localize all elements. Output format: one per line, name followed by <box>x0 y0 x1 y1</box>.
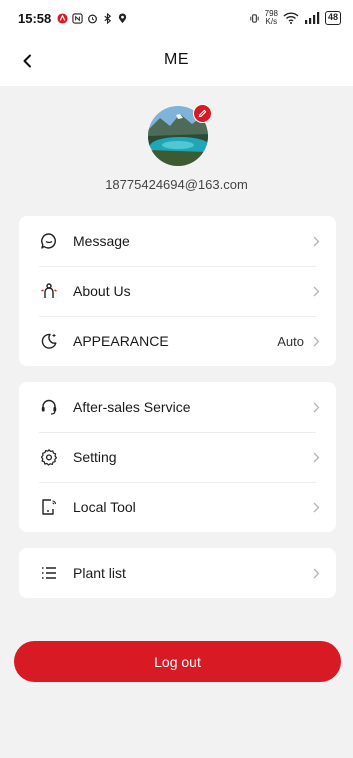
chevron-right-icon <box>310 285 322 297</box>
message-icon <box>39 231 59 251</box>
status-time: 15:58 <box>18 10 52 26</box>
chevron-right-icon <box>310 451 322 463</box>
pencil-icon <box>198 109 207 118</box>
nfc-icon <box>72 12 83 24</box>
chevron-right-icon <box>310 235 322 247</box>
network-speed-unit: K/s <box>265 17 278 26</box>
alarm-icon <box>88 14 98 23</box>
menu-item-label: Message <box>73 233 130 249</box>
chevron-right-icon <box>310 567 322 579</box>
bluetooth-icon <box>104 12 112 24</box>
menu-item-message[interactable]: Message <box>19 216 336 266</box>
menu-item-appearance[interactable]: APPEARANCE Auto <box>19 316 336 366</box>
menu-card-plants: Plant list <box>19 548 336 598</box>
chevron-right-icon <box>310 501 322 513</box>
chevron-right-icon <box>310 335 322 347</box>
menu-card-general: Message About Us APPEARANCE Auto <box>19 216 336 366</box>
location-icon <box>119 12 127 23</box>
status-bar: 15:58 798 K/s 48 <box>0 0 353 36</box>
edit-avatar-badge[interactable] <box>193 104 212 123</box>
network-speed: 798 K/s <box>265 10 278 26</box>
headset-icon <box>39 397 59 417</box>
menu-item-local-tool[interactable]: Local Tool <box>19 482 336 532</box>
menu-item-label: Plant list <box>73 565 126 581</box>
menu-item-after-sales-service[interactable]: After-sales Service <box>19 382 336 432</box>
wifi-icon <box>283 12 299 24</box>
menu-item-setting[interactable]: Setting <box>19 432 336 482</box>
status-right-group: 798 K/s 48 <box>249 10 341 26</box>
menu-item-plant-list[interactable]: Plant list <box>19 548 336 598</box>
app-header: ME <box>0 36 353 86</box>
menu-item-label: Setting <box>73 449 117 465</box>
menu-item-label: APPEARANCE <box>73 333 169 349</box>
about-us-icon <box>39 281 59 301</box>
list-icon <box>39 563 59 583</box>
page-title: ME <box>164 51 189 68</box>
chevron-right-icon <box>310 401 322 413</box>
avatar-button[interactable] <box>148 104 212 166</box>
logout-button[interactable]: Log out <box>14 641 341 682</box>
gear-icon <box>39 447 59 467</box>
appearance-icon <box>39 331 59 351</box>
menu-item-about-us[interactable]: About Us <box>19 266 336 316</box>
menu-item-label: About Us <box>73 283 131 299</box>
signal-icon <box>304 12 320 24</box>
local-tool-icon <box>39 497 59 517</box>
menu-card-services: After-sales Service Setting Local Tool <box>19 382 336 532</box>
menu-item-label: After-sales Service <box>73 399 191 415</box>
appearance-value: Auto <box>277 333 304 349</box>
app-notification-icon <box>57 12 68 24</box>
vibrate-icon <box>250 13 259 23</box>
menu-item-label: Local Tool <box>73 499 136 515</box>
battery-indicator: 48 <box>324 11 341 25</box>
status-notification-icons <box>57 12 128 24</box>
user-email: 18775424694@163.com <box>105 177 248 192</box>
